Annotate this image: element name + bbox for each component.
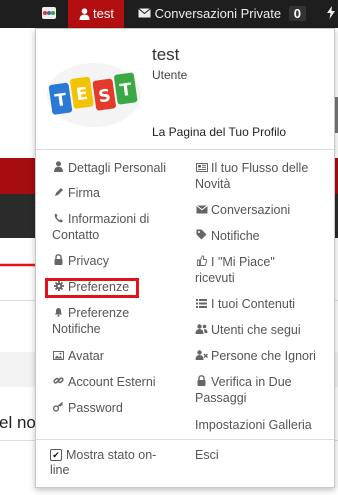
menu-item-privacy[interactable]: Privacy	[52, 254, 109, 270]
menu-item-label: Firma	[68, 186, 100, 200]
menu-item-personal-details[interactable]: Dettagli Personali	[52, 161, 166, 177]
user-icon	[52, 161, 65, 177]
lock-icon	[195, 375, 208, 391]
avatar-image: T E S T	[47, 63, 141, 127]
menu-item-ignored-people[interactable]: Persone che Ignori	[195, 349, 316, 365]
menu-item-label: Account Esterni	[68, 375, 156, 389]
menu-item-label: Persone che Ignori	[211, 349, 316, 363]
menu-item-label: Conversazioni	[211, 203, 291, 217]
avatar[interactable]: T E S T	[46, 45, 142, 141]
menu-item-label: Avatar	[68, 349, 104, 363]
menu-item-your-content[interactable]: I tuoi Contenuti	[195, 297, 295, 313]
user-role: Utente	[152, 68, 188, 82]
user-block-icon	[195, 350, 208, 365]
menu-item-notifications[interactable]: Notifiche	[195, 229, 260, 245]
newspaper-icon	[195, 162, 208, 177]
menu-item-label: I tuoi Contenuti	[211, 297, 296, 311]
link-icon	[52, 375, 65, 391]
menu-item-signature[interactable]: Firma	[52, 186, 100, 202]
bell-icon	[52, 307, 65, 322]
online-status-toggle[interactable]: ✔ Mostra stato on-line	[50, 448, 162, 478]
menu-item-label: Dettagli Personali	[68, 161, 166, 175]
envelope-icon	[138, 6, 155, 21]
menu-item-news-feed[interactable]: Il tuo Flusso delle Novità	[195, 161, 323, 192]
user-account-dropdown: T E S T test Utente La Pagina del Tuo Pr…	[35, 28, 335, 488]
menu-item-contact-info[interactable]: Informazioni di Contatto	[52, 212, 162, 243]
thumbs-up-icon	[195, 255, 208, 271]
menu-item-external-accounts[interactable]: Account Esterni	[52, 375, 156, 391]
lock-icon	[52, 254, 65, 270]
divider	[36, 149, 334, 150]
menu-item-conversations[interactable]: Conversazioni	[195, 203, 290, 219]
logout-link[interactable]: Esci	[195, 448, 219, 463]
profile-page-link[interactable]: La Pagina del Tuo Profilo	[152, 125, 286, 139]
menu-item-label: Il tuo Flusso delle Novità	[195, 161, 309, 191]
menu-item-label: Verifica in Due Passaggi	[195, 375, 292, 405]
list-icon	[195, 298, 208, 313]
menu-item-password[interactable]: Password	[52, 401, 123, 417]
user-menu-tab[interactable]: test	[68, 0, 124, 28]
menu-item-avatar[interactable]: Avatar	[52, 349, 104, 365]
menu-item-label: Privacy	[68, 254, 109, 268]
menu-item-label: Password	[68, 401, 123, 415]
alerts-tab-icon[interactable]	[327, 6, 335, 22]
menu-item-likes-received[interactable]: I "Mi Piace" ricevuti	[195, 255, 315, 286]
menu-item-label: Informazioni di Contatto	[52, 212, 150, 242]
conversations-tab[interactable]: Conversazioni Private 0	[138, 6, 306, 21]
user-icon	[79, 8, 90, 23]
menu-item-label: Utenti che segui	[211, 323, 301, 337]
pen-icon	[52, 187, 65, 202]
menu-item-users-you-follow[interactable]: Utenti che segui	[195, 323, 301, 339]
menu-item-gallery-settings[interactable]: Impostazioni Galleria	[195, 418, 312, 433]
conversations-count-badge: 0	[288, 6, 306, 21]
online-status-checkbox[interactable]: ✔	[50, 449, 62, 461]
conversations-label: Conversazioni Private	[154, 6, 282, 21]
users-icon	[195, 324, 208, 339]
key-icon	[52, 401, 65, 417]
image-icon	[52, 350, 65, 365]
envelope-icon	[195, 204, 208, 219]
site-logo-icon[interactable]	[42, 7, 56, 19]
username[interactable]: test	[152, 45, 179, 65]
online-status-label: Mostra stato on-line	[50, 448, 157, 477]
menu-item-label: Notifiche	[211, 229, 260, 243]
top-navigation-bar: test Conversazioni Private 0	[0, 0, 338, 28]
menu-item-notification-preferences[interactable]: Preferenze Notifiche	[52, 306, 162, 337]
menu-item-two-step-verification[interactable]: Verifica in Due Passaggi	[195, 375, 315, 406]
divider	[36, 439, 334, 440]
tag-icon	[195, 229, 208, 245]
logout-label: Esci	[195, 448, 219, 462]
preferences-highlight-box	[45, 278, 139, 298]
phone-icon	[52, 213, 65, 228]
user-menu-label: test	[93, 6, 114, 21]
menu-item-label: Impostazioni Galleria	[195, 418, 312, 432]
